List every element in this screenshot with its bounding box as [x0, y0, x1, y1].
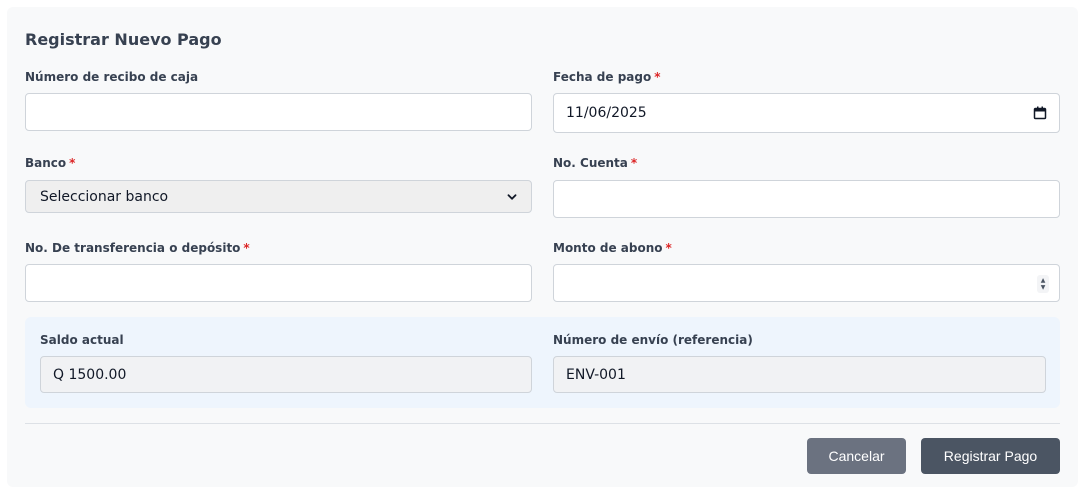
required-marker: * — [243, 241, 250, 255]
account-input[interactable] — [553, 180, 1060, 218]
bank-select-value: Seleccionar banco — [40, 188, 169, 205]
balance-value: Q 1500.00 — [53, 366, 127, 383]
chevron-down-icon — [507, 192, 517, 202]
bank-label: Banco * — [25, 156, 75, 170]
cancel-button[interactable]: Cancelar — [807, 438, 906, 474]
spinner-down-icon[interactable]: ▼ — [1041, 284, 1046, 291]
transfer-label: No. De transferencia o depósito * — [25, 241, 250, 255]
bank-select[interactable]: Seleccionar banco — [25, 180, 532, 213]
bank-label-text: Banco — [25, 156, 67, 170]
balance-field: Q 1500.00 — [40, 356, 532, 393]
payment-date-value: 11/06/2025 — [566, 105, 647, 121]
divider — [25, 423, 1060, 424]
shipment-field: ENV-001 — [553, 356, 1046, 393]
shipment-value: ENV-001 — [566, 366, 626, 383]
transfer-label-text: No. De transferencia o depósito — [25, 241, 241, 255]
balance-label: Saldo actual — [40, 333, 124, 347]
shipment-label: Número de envío (referencia) — [553, 333, 753, 347]
receipt-label-text: Número de recibo de caja — [25, 70, 199, 84]
amount-input[interactable]: ▲ ▼ — [553, 264, 1060, 302]
payment-date-input[interactable]: 11/06/2025 — [553, 93, 1060, 133]
calendar-icon[interactable] — [1033, 106, 1047, 120]
spinner-up-icon[interactable]: ▲ — [1041, 277, 1046, 284]
account-label-text: No. Cuenta — [553, 156, 628, 170]
required-marker: * — [630, 156, 638, 170]
submit-payment-button[interactable]: Registrar Pago — [921, 438, 1060, 474]
amount-label-text: Monto de abono — [553, 241, 663, 255]
receipt-input[interactable] — [25, 93, 532, 131]
payment-date-label-text: Fecha de pago — [553, 70, 652, 84]
amount-label: Monto de abono * — [553, 241, 672, 255]
form-title: Registrar Nuevo Pago — [25, 30, 222, 49]
account-label: No. Cuenta * — [553, 156, 637, 170]
payment-date-label: Fecha de pago * — [553, 70, 661, 84]
spinner-icon[interactable]: ▲ ▼ — [1037, 275, 1049, 293]
receipt-label: Número de recibo de caja — [25, 70, 198, 84]
required-marker: * — [69, 156, 76, 170]
required-marker: * — [665, 241, 672, 255]
required-marker: * — [654, 70, 661, 84]
transfer-input[interactable] — [25, 264, 532, 302]
